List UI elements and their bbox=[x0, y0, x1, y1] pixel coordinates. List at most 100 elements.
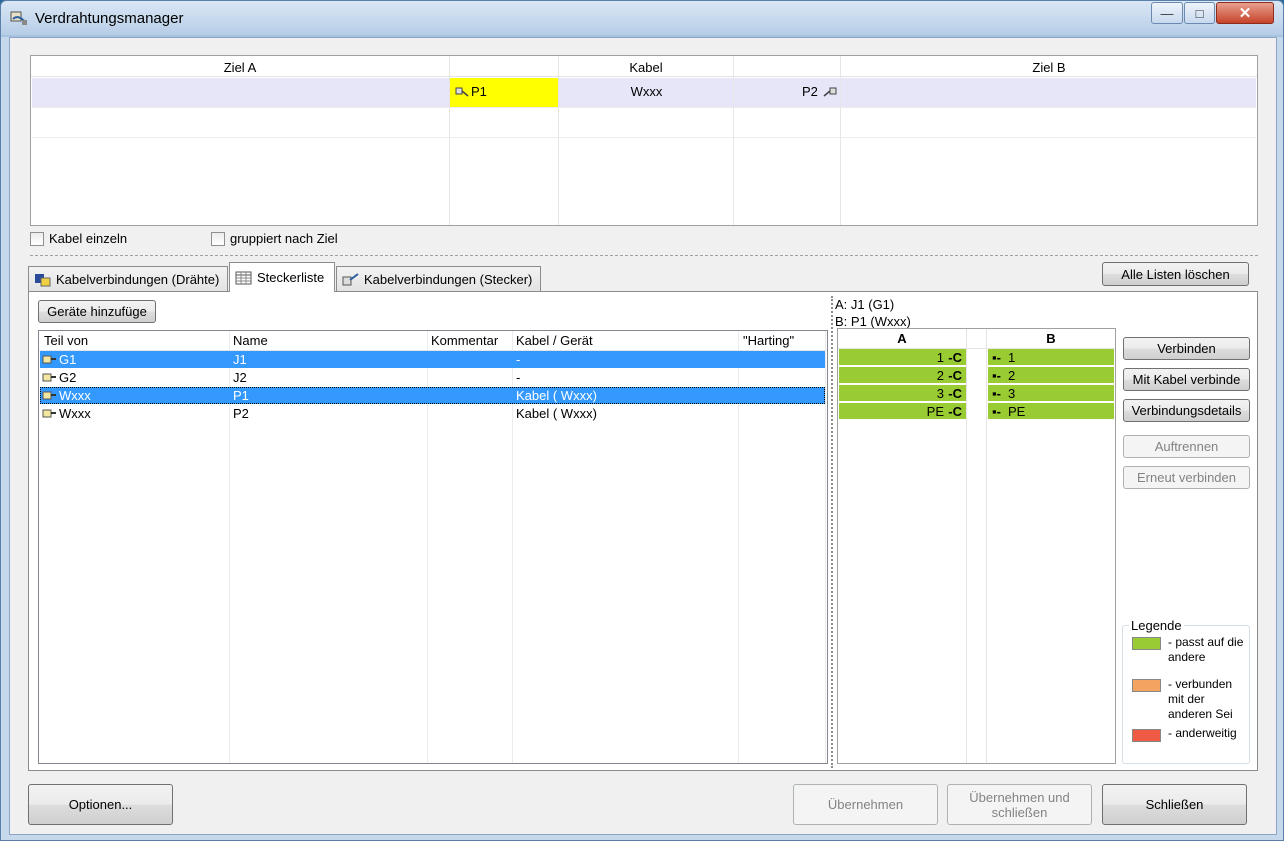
tab-kabelverbindungen-stecker[interactable]: Kabelverbindungen (Stecker) bbox=[336, 266, 541, 291]
cell-name: J1 bbox=[233, 352, 247, 367]
plug-list[interactable]: Teil von Name Kommentar Kabel / Gerät "H… bbox=[38, 330, 828, 764]
side-a-label: A: J1 (G1) bbox=[835, 297, 895, 312]
pin-a-cell[interactable]: 1 -C bbox=[839, 349, 966, 366]
add-devices-button[interactable]: Geräte hinzufüge bbox=[38, 300, 156, 323]
pin-plug-icon: ▪- bbox=[992, 350, 1001, 365]
tab-kabelverbindungen-draehte[interactable]: Kabelverbindungen (Drähte) bbox=[28, 266, 228, 291]
legend-text-match: - passt auf die andere bbox=[1168, 635, 1244, 664]
cable-name: Wxxx bbox=[630, 84, 663, 99]
kabel-einzeln-checkbox[interactable] bbox=[30, 231, 44, 246]
legend-text-connected: - verbunden mit der anderen Sei bbox=[1168, 677, 1233, 721]
tab-label: Kabelverbindungen (Drähte) bbox=[56, 271, 220, 287]
pin-a-label: 3 bbox=[936, 386, 944, 401]
pin-column-b-header: B bbox=[1046, 331, 1056, 346]
maximize-button[interactable]: □ bbox=[1184, 2, 1215, 24]
minimize-button[interactable]: — bbox=[1151, 2, 1183, 24]
legend-title: Legende bbox=[1129, 618, 1184, 633]
cell-part-of: Wxxx bbox=[59, 406, 91, 421]
pin-a-cell[interactable]: 2 -C bbox=[839, 367, 966, 384]
plug-icon bbox=[42, 355, 56, 364]
socket-icon: -C bbox=[948, 368, 962, 383]
pin-b-label: 2 bbox=[1008, 368, 1016, 383]
plug-connections-icon bbox=[342, 272, 359, 285]
pin-a-label: 1 bbox=[936, 350, 944, 365]
steckerliste-panel: Geräte hinzufüge Teil von Name Kommentar… bbox=[28, 291, 1258, 771]
wiring-app-icon bbox=[10, 11, 27, 25]
column-header-teil-von[interactable]: Teil von bbox=[44, 333, 88, 348]
column-ziel-a: Ziel A bbox=[31, 56, 450, 225]
disconnect-button[interactable]: Auftrennen bbox=[1123, 435, 1250, 458]
grid-header bbox=[31, 56, 1257, 77]
title-bar: Verdrahtungsmanager — □ ✕ bbox=[1, 1, 1283, 35]
table-row[interactable]: G2 J2 - bbox=[40, 369, 825, 386]
splitter[interactable] bbox=[831, 296, 833, 768]
wiring-manager-window: Verdrahtungsmanager — □ ✕ Ziel A Kabel Z… bbox=[0, 0, 1284, 841]
connect-with-cable-button[interactable]: Mit Kabel verbinde bbox=[1123, 368, 1250, 391]
cell-part-of: G1 bbox=[59, 352, 77, 367]
socket-icon: -C bbox=[948, 350, 962, 365]
cell-name: J2 bbox=[233, 370, 247, 385]
legend-swatch-match bbox=[1132, 637, 1161, 650]
column-end-b bbox=[734, 56, 841, 225]
pin-a-label: 2 bbox=[936, 368, 944, 383]
gruppiert-label: gruppiert nach Ziel bbox=[230, 231, 338, 246]
gruppiert-checkbox[interactable] bbox=[211, 231, 225, 246]
pin-b-cell[interactable]: ▪- 1 bbox=[988, 349, 1114, 366]
column-end-a bbox=[450, 56, 559, 225]
apply-button[interactable]: Übernehmen bbox=[793, 784, 938, 825]
cell-part-of: Wxxx bbox=[59, 388, 91, 403]
connect-button[interactable]: Verbinden bbox=[1123, 337, 1250, 360]
close-window-button[interactable]: ✕ bbox=[1216, 2, 1274, 24]
pin-plug-icon: ▪- bbox=[992, 386, 1001, 401]
legend-swatch-other bbox=[1132, 729, 1161, 742]
legend: Legende - passt auf die andere - verbund… bbox=[1122, 618, 1250, 764]
plug-icon bbox=[42, 391, 56, 400]
pin-b-cell[interactable]: ▪- 2 bbox=[988, 367, 1114, 384]
pin-a-cell[interactable]: 3 -C bbox=[839, 385, 966, 402]
pin-a-cell[interactable]: PE -C bbox=[839, 403, 966, 420]
column-header-kabel-geraet[interactable]: Kabel / Gerät bbox=[516, 333, 593, 348]
table-row[interactable]: Wxxx P1 Kabel ( Wxxx) bbox=[40, 387, 825, 404]
column-header-kommentar[interactable]: Kommentar bbox=[431, 333, 498, 348]
table-row[interactable]: G1 J1 - bbox=[40, 351, 825, 368]
kabel-einzeln-option[interactable]: Kabel einzeln bbox=[30, 231, 127, 246]
pin-column-a-header: A bbox=[897, 331, 907, 346]
column-header-harting[interactable]: "Harting" bbox=[743, 333, 794, 348]
reconnect-button[interactable]: Erneut verbinden bbox=[1123, 466, 1250, 489]
pin-plug-icon: ▪- bbox=[992, 368, 1001, 383]
end-b-label: P2 bbox=[802, 84, 818, 99]
pin-assignment-grid[interactable]: A B 1 -C ▪- 1 2 -C ▪- 2 3 -C ▪- 3 PE -C … bbox=[837, 328, 1116, 764]
pin-b-cell[interactable]: ▪- 3 bbox=[988, 385, 1114, 402]
gruppiert-option[interactable]: gruppiert nach Ziel bbox=[211, 231, 338, 246]
cable-overview-grid[interactable]: Ziel A Kabel Ziel B P1 Wxxx P2 bbox=[30, 55, 1258, 226]
window-title: Verdrahtungsmanager bbox=[35, 10, 184, 27]
table-row[interactable]: Wxxx P2 Kabel ( Wxxx) bbox=[40, 405, 825, 422]
plug-icon bbox=[42, 409, 56, 418]
tab-steckerliste[interactable]: Steckerliste bbox=[229, 262, 335, 292]
pin-b-cell[interactable]: ▪- PE bbox=[988, 403, 1114, 420]
close-button[interactable]: Schließen bbox=[1102, 784, 1247, 825]
socket-icon: -C bbox=[948, 386, 962, 401]
connection-details-button[interactable]: Verbindungsdetails bbox=[1123, 399, 1250, 422]
plug-icon bbox=[455, 87, 469, 97]
side-b-label: B: P1 (Wxxx) bbox=[835, 314, 911, 329]
apply-and-close-button[interactable]: Übernehmen und schließen bbox=[947, 784, 1092, 825]
clear-all-lists-button[interactable]: Alle Listen löschen bbox=[1102, 262, 1249, 286]
pin-b-label: PE bbox=[1008, 404, 1026, 419]
options-button[interactable]: Optionen... bbox=[28, 784, 173, 825]
kabel-einzeln-label: Kabel einzeln bbox=[49, 231, 128, 246]
pin-plug-icon: ▪- bbox=[992, 404, 1001, 419]
socket-icon: -C bbox=[948, 404, 962, 419]
column-header-name[interactable]: Name bbox=[233, 333, 268, 348]
client-area: Ziel A Kabel Ziel B P1 Wxxx P2 Kabel ein bbox=[9, 37, 1277, 835]
pin-column-gap bbox=[967, 329, 987, 763]
cell-cable: Kabel ( Wxxx) bbox=[516, 406, 597, 421]
legend-text-other: - anderweitig bbox=[1168, 726, 1237, 740]
pin-b-label: 1 bbox=[1008, 350, 1016, 365]
column-kabel: Kabel bbox=[559, 56, 734, 225]
cell-cable: - bbox=[516, 370, 521, 385]
plug-icon bbox=[823, 87, 837, 97]
cell-cable: Kabel ( Wxxx) bbox=[516, 388, 597, 403]
tab-label: Kabelverbindungen (Stecker) bbox=[364, 271, 533, 287]
column-ziel-b: Ziel B bbox=[841, 56, 1257, 225]
